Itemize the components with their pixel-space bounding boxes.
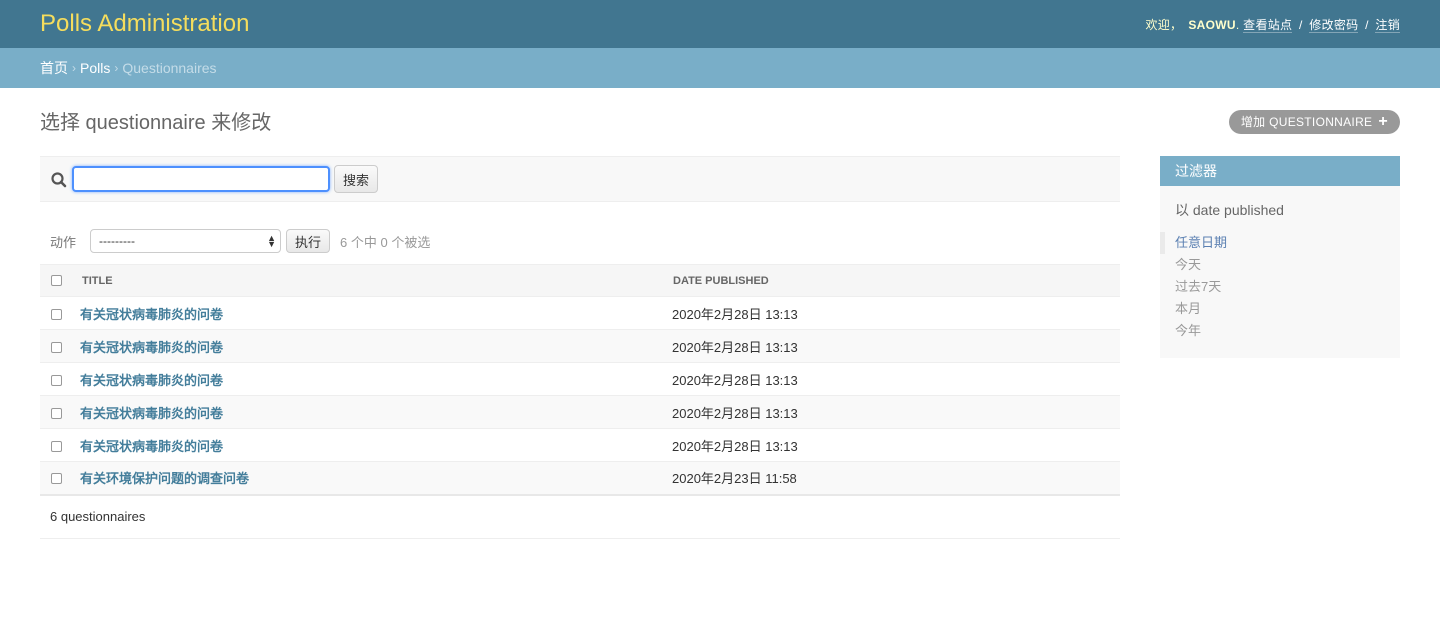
row-checkbox[interactable] bbox=[51, 440, 62, 452]
action-counter: 6 个中 0 个被选 bbox=[340, 234, 431, 250]
row-date: 2020年2月23日 11:58 bbox=[672, 471, 797, 487]
separator: / bbox=[1298, 17, 1303, 32]
breadcrumb-polls[interactable]: Polls bbox=[80, 60, 110, 76]
row-title-link[interactable]: 有关冠状病毒肺炎的问卷 bbox=[72, 406, 223, 421]
username: SAOWU bbox=[1188, 17, 1236, 32]
username-suffix: . bbox=[1235, 17, 1240, 32]
table-row: 有关冠状病毒肺炎的问卷 2020年2月28日 13:13 bbox=[40, 395, 1120, 429]
actions-label: 动作 bbox=[50, 234, 77, 250]
filter-option-today[interactable]: 今天 bbox=[1160, 254, 1400, 276]
view-site-link[interactable]: 查看站点 bbox=[1243, 17, 1293, 33]
execute-action-button[interactable]: 执行 bbox=[286, 229, 331, 253]
action-selected-option: --------- bbox=[99, 234, 135, 248]
content: 选择 questionnaire 来修改 增加 QUESTIONNAIRE + bbox=[0, 88, 1440, 156]
separator: / bbox=[1365, 17, 1369, 32]
table-row: 有关环境保护问题的调查问卷 2020年2月23日 11:58 bbox=[40, 461, 1120, 496]
site-name[interactable]: Polls Administration bbox=[40, 0, 249, 48]
paginator: 6 questionnaires bbox=[40, 496, 1120, 539]
filter-panel: 过滤器 以 date published 任意日期 今天 过去7天 本月 今年 bbox=[1160, 156, 1400, 358]
search-input[interactable] bbox=[72, 166, 330, 192]
search-icon bbox=[51, 172, 67, 188]
breadcrumb-current: Questionnaires bbox=[122, 60, 217, 76]
table-row: 有关冠状病毒肺炎的问卷 2020年2月28日 13:13 bbox=[40, 329, 1120, 363]
plus-icon: + bbox=[1378, 113, 1388, 130]
filter-subtitle: 以 date published bbox=[1175, 202, 1284, 218]
page-title: 选择 questionnaire 来修改 bbox=[40, 112, 272, 134]
breadcrumb: 首页 › Polls › Questionnaires bbox=[0, 48, 1440, 88]
row-checkbox[interactable] bbox=[51, 473, 62, 485]
table-header-row: TITLE DATE PUBLISHED bbox=[40, 264, 1120, 297]
table-body: 有关冠状病毒肺炎的问卷 2020年2月28日 13:13 有关冠状病毒肺炎的问卷… bbox=[40, 296, 1120, 496]
select-all-checkbox[interactable] bbox=[51, 275, 62, 287]
row-date: 2020年2月28日 13:13 bbox=[672, 339, 798, 355]
row-title-link[interactable]: 有关环境保护问题的调查问卷 bbox=[72, 471, 249, 486]
row-title-link[interactable]: 有关冠状病毒肺炎的问卷 bbox=[72, 439, 223, 454]
filter-options: 任意日期 今天 过去7天 本月 今年 bbox=[1160, 232, 1400, 342]
change-password-link[interactable]: 修改密码 bbox=[1309, 17, 1359, 33]
table-row: 有关冠状病毒肺炎的问卷 2020年2月28日 13:13 bbox=[40, 362, 1120, 396]
row-date: 2020年2月28日 13:13 bbox=[672, 405, 798, 421]
add-questionnaire-button[interactable]: 增加 QUESTIONNAIRE + bbox=[1228, 110, 1400, 134]
changelist: 搜索 动作 --------- ▲ ▼ 执行 6 个中 0 个被选 TITLE D… bbox=[40, 156, 1120, 539]
column-header-title[interactable]: TITLE bbox=[72, 264, 672, 297]
results-table: TITLE DATE PUBLISHED 有关冠状病毒肺炎的问卷 2020年2月… bbox=[40, 264, 1120, 496]
row-title-link[interactable]: 有关冠状病毒肺炎的问卷 bbox=[72, 373, 223, 388]
column-header-date-published[interactable]: DATE PUBLISHED bbox=[672, 264, 1120, 297]
filter-option-this-year[interactable]: 今年 bbox=[1160, 320, 1400, 342]
row-checkbox[interactable] bbox=[51, 374, 62, 386]
row-title-link[interactable]: 有关冠状病毒肺炎的问卷 bbox=[72, 307, 223, 322]
row-date: 2020年2月28日 13:13 bbox=[672, 306, 798, 322]
header: Polls Administration 欢迎， SAOWU. 查看站点 / 修改… bbox=[0, 0, 1440, 48]
breadcrumb-separator: › bbox=[72, 61, 76, 75]
breadcrumb-separator: › bbox=[114, 61, 119, 75]
select-all-cell bbox=[40, 264, 72, 297]
welcome-text: 欢迎， bbox=[1145, 17, 1183, 32]
user-tools: 欢迎， SAOWU. 查看站点 / 修改密码 / 注销 bbox=[1145, 16, 1400, 33]
logout-link[interactable]: 注销 bbox=[1375, 17, 1400, 33]
filter-title: 过滤器 bbox=[1160, 156, 1400, 186]
filter-option-this-month[interactable]: 本月 bbox=[1160, 298, 1400, 320]
row-date: 2020年2月28日 13:13 bbox=[672, 438, 798, 454]
action-select[interactable]: --------- ▲ ▼ bbox=[90, 229, 282, 253]
row-date: 2020年2月28日 13:13 bbox=[672, 372, 798, 388]
table-row: 有关冠状病毒肺炎的问卷 2020年2月28日 13:13 bbox=[40, 296, 1120, 330]
row-checkbox[interactable] bbox=[51, 341, 62, 353]
add-questionnaire-label: 增加 QUESTIONNAIRE bbox=[1240, 115, 1373, 129]
filter-option-any-date[interactable]: 任意日期 bbox=[1160, 232, 1400, 254]
row-checkbox[interactable] bbox=[51, 308, 62, 320]
breadcrumb-home[interactable]: 首页 bbox=[40, 58, 68, 78]
result-count: 6 questionnaires bbox=[50, 509, 146, 524]
search-toolbar: 搜索 bbox=[40, 156, 1120, 202]
actions-bar: 动作 --------- ▲ ▼ 执行 6 个中 0 个被选 bbox=[40, 228, 1120, 254]
filter-option-past-7-days[interactable]: 过去7天 bbox=[1160, 276, 1400, 298]
search-button[interactable]: 搜索 bbox=[334, 165, 379, 193]
table-row: 有关冠状病毒肺炎的问卷 2020年2月28日 13:13 bbox=[40, 428, 1120, 462]
select-arrows-icon: ▲ ▼ bbox=[267, 233, 277, 249]
row-checkbox[interactable] bbox=[51, 407, 62, 419]
row-title-link[interactable]: 有关冠状病毒肺炎的问卷 bbox=[72, 340, 223, 355]
